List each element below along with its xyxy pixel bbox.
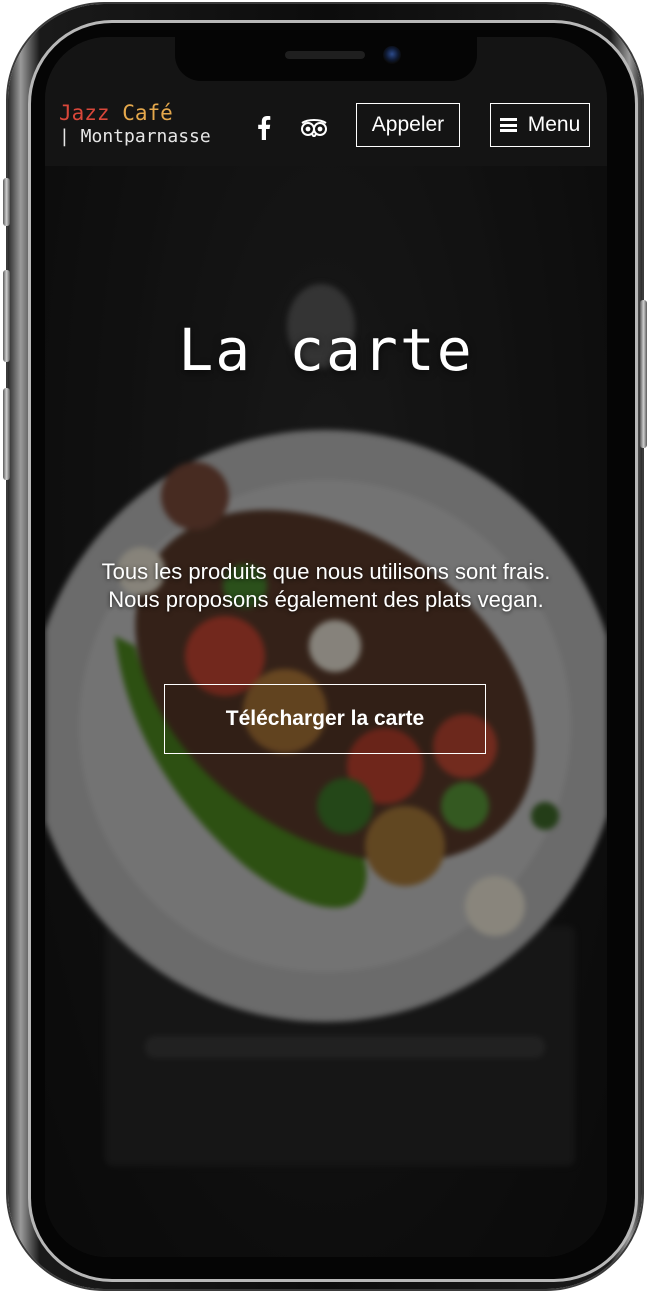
brand-word-jazz: Jazz <box>59 101 110 125</box>
menu-button[interactable]: Menu <box>490 103 590 147</box>
phone-notch <box>175 37 477 81</box>
brand-subtitle: | Montparnasse <box>59 126 211 147</box>
hero-description: Tous les produits que nous utilisons son… <box>45 558 607 614</box>
brand-name: Jazz Café <box>59 101 211 125</box>
download-menu-button-label: Télécharger la carte <box>225 707 425 730</box>
tripadvisor-icon[interactable] <box>298 113 330 143</box>
front-camera <box>383 46 401 64</box>
mute-switch <box>3 178 10 226</box>
hero-description-line-2: Nous proposons également des plats vegan… <box>108 587 544 612</box>
facebook-icon[interactable] <box>249 113 279 143</box>
volume-down-button <box>3 388 10 480</box>
phone-screen: Jazz Café | Montparnasse Appeler Menu La… <box>45 37 607 1257</box>
facebook-glyph <box>258 116 271 140</box>
hero-section: La carte Tous les produits que nous util… <box>45 166 607 1257</box>
menu-button-label: Menu <box>527 113 581 136</box>
brand-logo[interactable]: Jazz Café | Montparnasse <box>59 101 211 149</box>
power-button <box>640 300 647 448</box>
call-button[interactable]: Appeler <box>356 103 460 147</box>
tripadvisor-glyph <box>301 119 327 137</box>
volume-up-button <box>3 270 10 362</box>
download-menu-button[interactable]: Télécharger la carte <box>164 684 486 754</box>
speaker-grille <box>285 51 365 59</box>
call-button-label: Appeler <box>371 113 445 136</box>
hero-description-line-1: Tous les produits que nous utilisons son… <box>101 559 551 584</box>
hamburger-icon <box>499 118 517 132</box>
brand-word-cafe: Café <box>122 101 173 125</box>
page-title: La carte <box>178 316 474 384</box>
